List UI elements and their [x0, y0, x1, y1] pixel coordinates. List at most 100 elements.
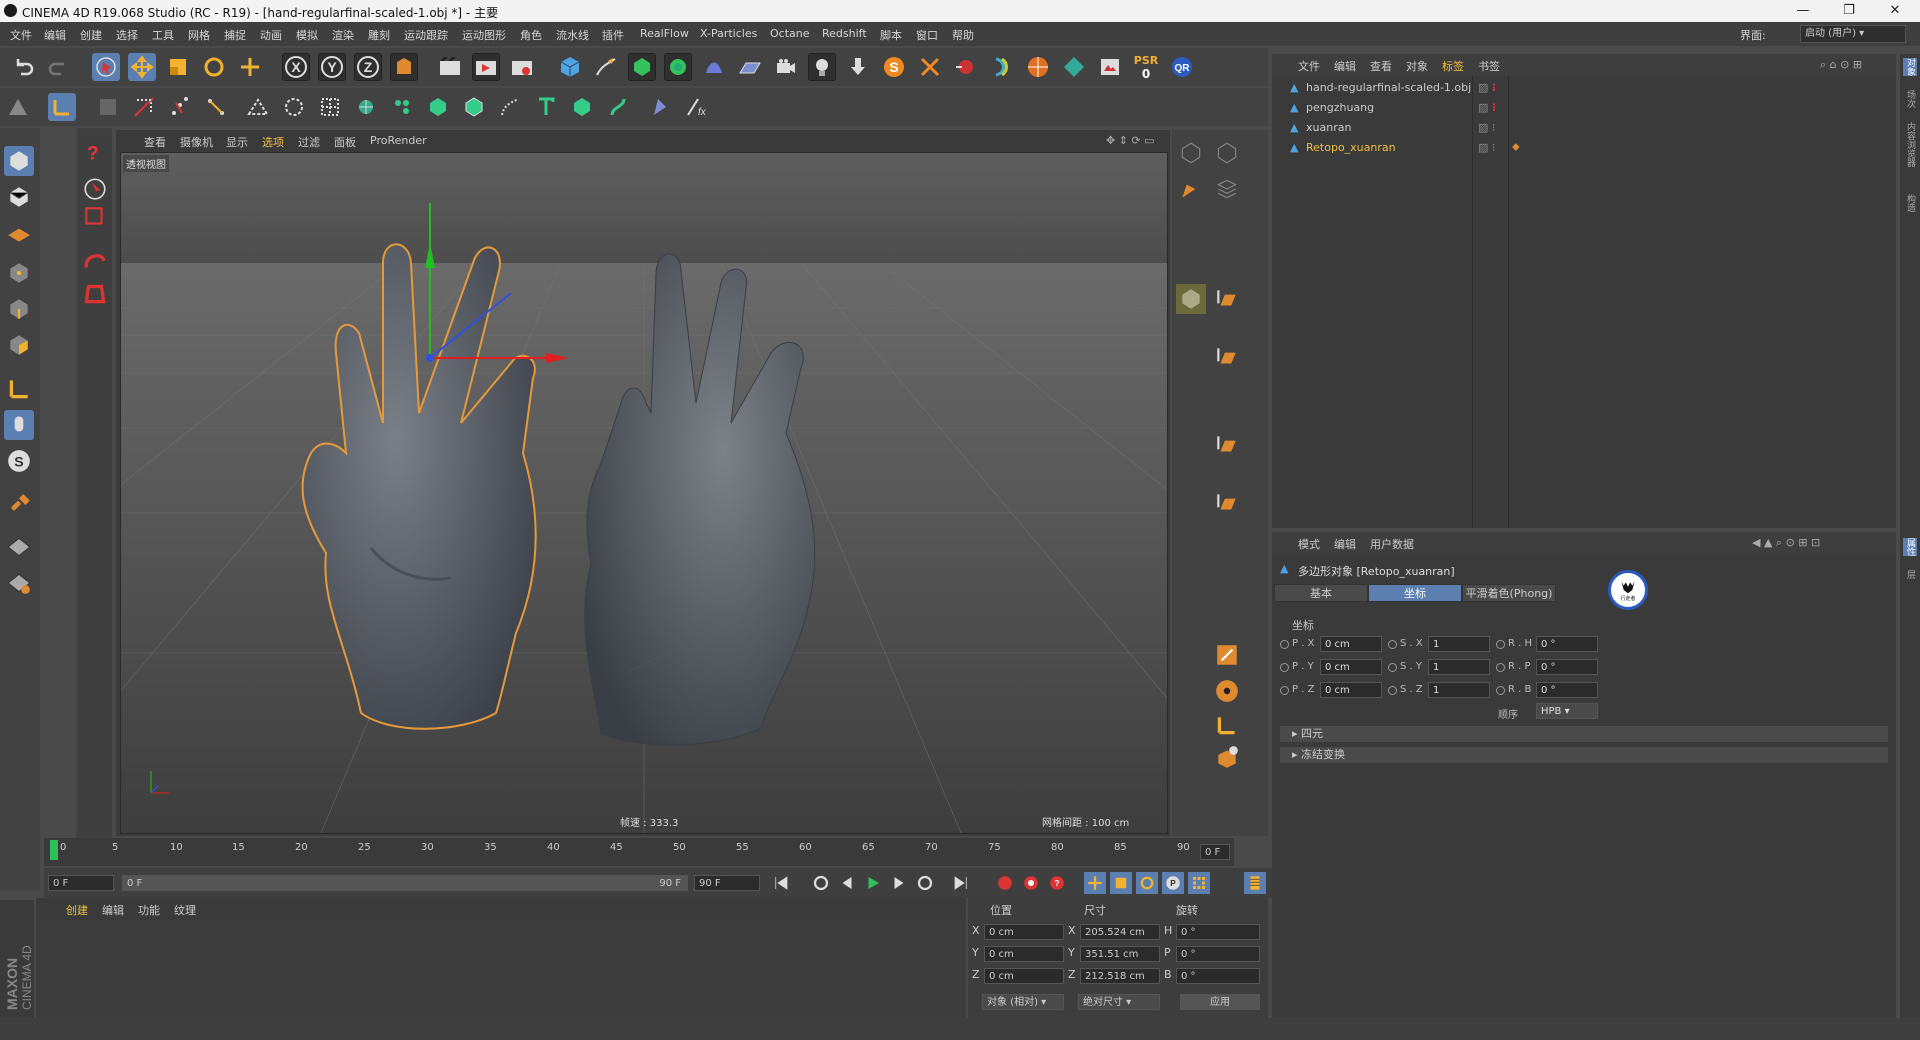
pos-x-field[interactable]: 0 cm [1320, 636, 1382, 652]
pen-orange-icon[interactable] [1176, 174, 1206, 204]
polygons-mode-icon[interactable] [244, 93, 272, 121]
coord-mode-select[interactable]: 对象 (相对) ▾ [982, 994, 1064, 1010]
vp-menu-options[interactable]: 选项 [262, 134, 284, 150]
octane-material-icon[interactable] [1060, 53, 1088, 81]
camera-icon[interactable] [772, 53, 800, 81]
maximize-button[interactable]: ❐ [1826, 0, 1872, 22]
menu-plugins[interactable]: 插件 [602, 27, 624, 43]
object-row-selected[interactable]: ▲ Retopo_xuanran ▨ ⁝ ⬥ [1272, 138, 1896, 158]
edges-mode-icon[interactable] [202, 93, 230, 121]
cube-outline-icon[interactable] [1176, 138, 1206, 168]
pos-z-field[interactable]: 0 cm [1320, 682, 1382, 698]
menu-select[interactable]: 选择 [116, 27, 138, 43]
coord-rot-p-field[interactable]: 0 ° [1176, 946, 1260, 962]
menu-realflow[interactable]: RealFlow [640, 27, 689, 40]
next-key-icon[interactable] [914, 872, 936, 894]
download-arrow-icon[interactable] [844, 53, 872, 81]
frame-icon[interactable] [1212, 640, 1242, 670]
points-mode-icon[interactable] [166, 93, 194, 121]
side-tab-objects[interactable]: 对象 [1903, 58, 1917, 76]
texture-edit-icon[interactable] [4, 182, 34, 212]
key-param-icon[interactable]: P [1162, 872, 1184, 894]
coordinate-system-icon[interactable] [390, 53, 418, 81]
render-view-icon[interactable] [436, 53, 464, 81]
obj-menu-view[interactable]: 查看 [1370, 58, 1392, 74]
obj-menu-file[interactable]: 文件 [1298, 58, 1320, 74]
solo-icon[interactable]: S [4, 446, 34, 476]
polygons-icon[interactable] [4, 330, 34, 360]
minimize-button[interactable]: — [1780, 0, 1826, 22]
snap-settings-icon[interactable] [4, 568, 34, 598]
next-frame-icon[interactable] [888, 872, 910, 894]
3d-viewport[interactable]: 透视视图 帧速 : 333.3 网格间距 : 100 cm [120, 152, 1168, 834]
goto-start-icon[interactable] [770, 872, 792, 894]
picture-viewer-icon[interactable] [1096, 53, 1124, 81]
menu-pipeline[interactable]: 流水线 [556, 27, 589, 43]
side-tab-attributes[interactable]: 属性 [1903, 538, 1917, 556]
effects-fx-icon[interactable]: fx [682, 93, 710, 121]
deformer-icon[interactable] [700, 53, 728, 81]
s-plugin-icon[interactable]: S [880, 53, 908, 81]
cube-wire-icon[interactable] [1212, 138, 1242, 168]
menu-character[interactable]: 角色 [520, 27, 542, 43]
keyframe-radio[interactable] [1496, 663, 1505, 672]
bridge-icon[interactable] [460, 93, 488, 121]
subdivision-surface-icon[interactable] [628, 53, 656, 81]
tweak-mode-icon[interactable] [4, 410, 34, 440]
scale-y-field[interactable]: 1 [1428, 659, 1490, 675]
obj-menu-bookmarks[interactable]: 书签 [1478, 58, 1500, 74]
vp-menu-prorender[interactable]: ProRender [370, 134, 427, 147]
goto-end-icon[interactable] [950, 872, 972, 894]
cube-green-icon[interactable] [568, 93, 596, 121]
cube-object-icon[interactable] [556, 53, 584, 81]
arrow-layer-icon[interactable] [1212, 284, 1242, 314]
visibility-dots-icon[interactable]: ▨ ⁝ [1478, 121, 1495, 134]
edges-icon[interactable] [4, 294, 34, 324]
tab-basic[interactable]: 基本 [1274, 584, 1368, 602]
mat-menu-texture[interactable]: 纹理 [174, 902, 196, 918]
key-scale-icon[interactable] [1110, 872, 1132, 894]
side-tab-content-browser[interactable]: 内容浏览器 [1903, 122, 1917, 167]
texture-mode-icon[interactable] [94, 93, 122, 121]
live-select-icon[interactable] [92, 53, 120, 81]
auto-key-icon[interactable] [1020, 872, 1042, 894]
menu-mograph[interactable]: 运动图形 [462, 27, 506, 43]
attr-menu-mode[interactable]: 模式 [1298, 536, 1320, 552]
menu-render[interactable]: 渲染 [332, 27, 354, 43]
menu-help[interactable]: 帮助 [952, 27, 974, 43]
vp-menu-camera[interactable]: 摄像机 [180, 134, 213, 150]
menu-redshift[interactable]: Redshift [822, 27, 867, 40]
bevel-icon[interactable] [424, 93, 452, 121]
render-to-picture-viewer-icon[interactable] [472, 53, 500, 81]
light-icon[interactable] [808, 53, 836, 81]
timeline-window-icon[interactable] [1244, 872, 1266, 894]
rect-select-icon[interactable] [80, 202, 110, 232]
arrow-layer-3-icon[interactable] [1212, 430, 1242, 460]
rotate-tool-icon[interactable] [200, 53, 228, 81]
object-row[interactable]: ▲ xuanran ▨ ⁝ [1272, 118, 1896, 138]
keyframe-radio[interactable] [1280, 686, 1289, 695]
psr-button[interactable]: PSR 0 [1132, 53, 1160, 81]
qr-button[interactable]: QR [1168, 53, 1196, 81]
rot-b-field[interactable]: 0 ° [1536, 682, 1598, 698]
key-help-icon[interactable]: ? [1046, 872, 1068, 894]
coord-size-z-field[interactable]: 212.518 cm [1080, 968, 1160, 984]
current-frame-field[interactable]: 0 F [1200, 844, 1230, 860]
rot-h-field[interactable]: 0 ° [1536, 636, 1598, 652]
pos-y-field[interactable]: 0 cm [1320, 659, 1382, 675]
rot-p-field[interactable]: 0 ° [1536, 659, 1598, 675]
start-frame-field[interactable]: 0 F [48, 875, 114, 891]
menu-tools[interactable]: 工具 [152, 27, 174, 43]
timeline-ruler[interactable]: 0 5 10 15 20 25 30 35 40 45 50 55 60 65 … [44, 838, 1234, 866]
workplane-left-icon[interactable] [4, 218, 34, 248]
help-icon[interactable]: ? [80, 138, 110, 168]
keyframe-radio[interactable] [1280, 640, 1289, 649]
quaternion-section[interactable]: ▸ 四元 [1280, 726, 1888, 742]
mat-menu-create[interactable]: 创建 [66, 902, 88, 918]
octane-icon[interactable] [1024, 53, 1052, 81]
end-frame-field[interactable]: 90 F [694, 875, 760, 891]
points-icon[interactable] [4, 258, 34, 288]
obj-menu-object[interactable]: 对象 [1406, 58, 1428, 74]
y-axis-lock-icon[interactable]: Y [318, 53, 346, 81]
snap-icon[interactable] [4, 532, 34, 562]
